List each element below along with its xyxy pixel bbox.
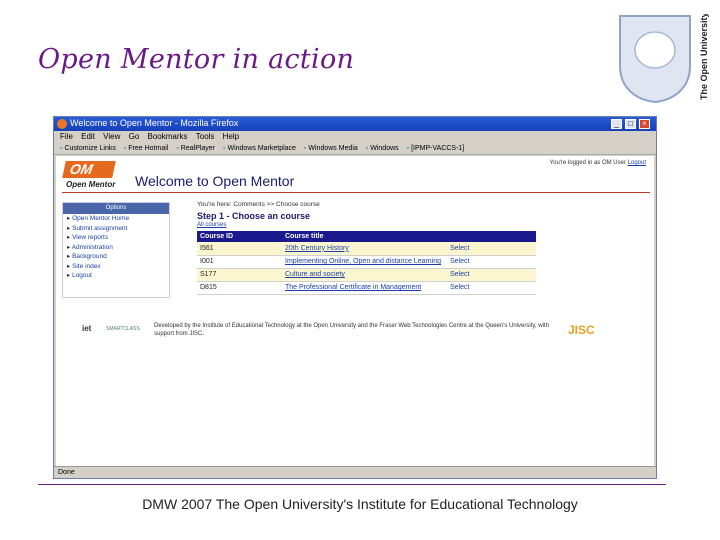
select-link[interactable]: Select (447, 255, 536, 269)
step-title: Step 1 - Choose an course (197, 211, 311, 221)
all-courses-link[interactable]: All courses (197, 222, 226, 228)
table-row: D815 The Professional Certificate in Man… (197, 281, 536, 295)
om-logo-mark: OM (62, 161, 116, 178)
funding-statement: Developed by the Institute of Educationa… (154, 323, 549, 337)
course-id: D815 (197, 281, 282, 295)
course-table: Course ID Course title I561 20th Century… (197, 231, 536, 295)
menu-help[interactable]: Help (223, 131, 239, 143)
sidebar-item-reports[interactable]: View reports (63, 233, 169, 243)
course-title-link[interactable]: Implementing Online, Open and distance L… (282, 255, 447, 269)
sidebar-item-submit[interactable]: Submit assignment (63, 224, 169, 234)
sidebar-header: Options (63, 203, 169, 214)
bookmark-item[interactable]: RealPlayer (176, 143, 215, 154)
menu-view[interactable]: View (103, 131, 120, 143)
course-title-link[interactable]: Culture and society (282, 268, 447, 282)
course-title-link[interactable]: 20th Century History (282, 242, 447, 256)
select-link[interactable]: Select (447, 242, 536, 256)
table-row: I561 20th Century History Select (197, 242, 536, 256)
bookmarks-bar: Customize Links Free Hotmail RealPlayer … (54, 143, 656, 155)
table-row: S177 Culture and society Select (197, 268, 536, 282)
course-id: S177 (197, 268, 282, 282)
bookmark-item[interactable]: Customize Links (60, 143, 115, 154)
page-heading: Welcome to Open Mentor (135, 173, 295, 189)
bookmark-item[interactable]: Windows Marketplace (223, 143, 295, 154)
maximize-button[interactable]: □ (625, 119, 636, 129)
col-course-id: Course ID (197, 231, 282, 242)
course-title-link[interactable]: The Professional Certificate in Manageme… (282, 281, 447, 295)
menu-edit[interactable]: Edit (81, 131, 95, 143)
bookmark-item[interactable]: Free Hotmail (124, 143, 168, 154)
col-action (447, 231, 536, 242)
logout-link[interactable]: Logout (628, 160, 646, 166)
select-link[interactable]: Select (447, 281, 536, 295)
menu-file[interactable]: File (60, 131, 73, 143)
bookmark-item[interactable]: Windows Media (304, 143, 357, 154)
menu-bookmarks[interactable]: Bookmarks (148, 131, 188, 143)
sidebar-item-site-index[interactable]: Site index (63, 262, 169, 272)
browser-titlebar: Welcome to Open Mentor - Mozilla Firefox… (54, 117, 656, 131)
open-university-logo: The Open University (619, 14, 709, 104)
sidebar-item-home[interactable]: Open Mentor Home (63, 214, 169, 224)
iet-logo: iet (82, 324, 92, 333)
user-line-text: You're logged in as OM User (549, 160, 626, 166)
course-id: I561 (197, 242, 282, 256)
menu-go[interactable]: Go (129, 131, 140, 143)
firefox-icon (57, 119, 67, 129)
table-row: I001 Implementing Online, Open and dista… (197, 255, 536, 269)
page-content: OM Open Mentor Welcome to Open Mentor Yo… (56, 156, 654, 466)
status-bar: Done (54, 466, 656, 478)
bookmark-item[interactable]: [IPMP-VACCS-1] (407, 143, 464, 154)
sidebar-item-admin[interactable]: Administration (63, 243, 169, 253)
select-link[interactable]: Select (447, 268, 536, 282)
jisc-logo: JISC (568, 323, 595, 337)
options-sidebar: Options Open Mentor Home Submit assignme… (62, 202, 170, 298)
slide-footer: DMW 2007 The Open University's Institute… (142, 496, 578, 512)
window-title: Welcome to Open Mentor - Mozilla Firefox (70, 118, 239, 128)
om-logo-text: Open Mentor (66, 180, 116, 189)
partner-logos: iet SMARTCLASS Developed by the Institut… (82, 320, 642, 342)
menu-tools[interactable]: Tools (196, 131, 215, 143)
user-status: You're logged in as OM User Logout (550, 160, 646, 166)
sidebar-item-logout[interactable]: Logout (63, 271, 169, 281)
partner-logo: SMARTCLASS (106, 326, 140, 332)
breadcrumb: You're here: Comments >> Choose course (197, 201, 320, 208)
table-header-row: Course ID Course title (197, 231, 536, 242)
slide-title: Open Mentor in action (38, 44, 355, 75)
browser-window: Welcome to Open Mentor - Mozilla Firefox… (53, 116, 657, 479)
ou-logo-caption: The Open University (699, 14, 709, 100)
course-id: I001 (197, 255, 282, 269)
bookmark-item[interactable]: Windows (366, 143, 398, 154)
open-mentor-logo: OM Open Mentor (62, 160, 128, 190)
minimize-button[interactable]: _ (611, 119, 622, 129)
header-divider (62, 192, 650, 193)
close-button[interactable]: × (639, 119, 650, 129)
menu-bar: File Edit View Go Bookmarks Tools Help (54, 131, 656, 143)
footer-divider (38, 484, 666, 485)
col-course-title: Course title (282, 231, 447, 242)
sidebar-item-background[interactable]: Background (63, 252, 169, 262)
